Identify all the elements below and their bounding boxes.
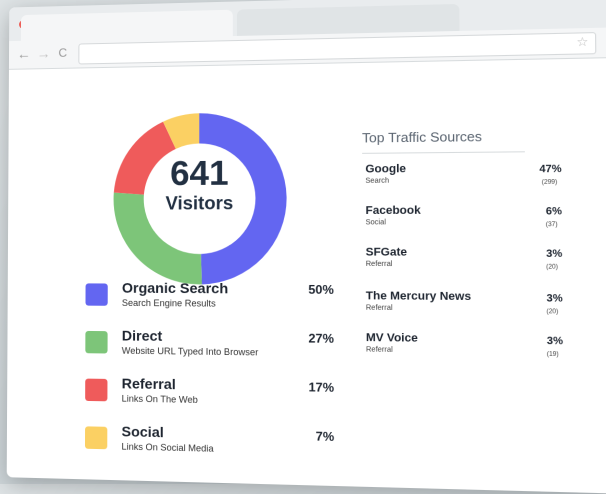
source-type: Social — [365, 219, 387, 227]
legend-item-direct: Direct Website URL Typed Into Browser 27… — [85, 327, 334, 365]
source-type: Search — [365, 177, 390, 185]
source-type: Referral — [365, 260, 393, 269]
legend-percent: 27% — [308, 331, 334, 346]
legend-title: Referral — [121, 375, 176, 393]
legend-item-social: Social Links On Social Media 7% — [84, 422, 335, 463]
source-count: (20) — [546, 264, 558, 271]
forward-button[interactable]: → — [37, 45, 51, 61]
source-type: Referral — [365, 304, 393, 313]
legend-title: Organic Search — [121, 279, 229, 297]
source-count: (19) — [546, 351, 559, 359]
source-percent: 47% — [539, 163, 562, 176]
source-percent: 3% — [546, 293, 563, 305]
direct-swatch — [85, 330, 108, 354]
address-bar[interactable]: ☆ — [78, 32, 597, 65]
source-name: Google — [365, 162, 407, 176]
visitor-count: 641 — [170, 154, 229, 194]
organic-swatch — [85, 283, 108, 306]
source-row-mv-voice: MV Voice Referral 3% (19) — [366, 332, 563, 370]
source-name: Facebook — [365, 204, 421, 218]
legend-subtitle: Website URL Typed Into Browser — [121, 345, 259, 358]
source-name: MV Voice — [365, 331, 418, 345]
source-count: (20) — [546, 308, 559, 316]
reload-button[interactable]: C — [58, 46, 67, 60]
legend-subtitle: Search Engine Results — [121, 297, 216, 309]
legend-percent: 50% — [308, 282, 334, 298]
top-sources-title: Top Traffic Sources — [362, 128, 483, 146]
source-percent: 6% — [545, 205, 563, 218]
bookmark-star-icon[interactable]: ☆ — [576, 34, 588, 49]
source-row-mercury-news: The Mercury News Referral 3% (20) — [366, 290, 563, 327]
source-percent: 3% — [546, 248, 563, 261]
legend-subtitle: Links On The Web — [121, 393, 198, 405]
divider — [362, 151, 525, 154]
legend-item-organic-search: Organic Search Search Engine Results 50% — [85, 279, 334, 315]
legend-percent: 17% — [308, 379, 335, 395]
legend-percent: 7% — [315, 429, 335, 445]
legend-subtitle: Links On Social Media — [121, 441, 214, 454]
source-count: (37) — [545, 221, 558, 229]
source-count: (299) — [541, 179, 558, 186]
back-button[interactable]: ← — [17, 46, 31, 62]
legend-item-referral: Referral Links On The Web 17% — [85, 375, 334, 414]
source-row-sfgate: SFGate Referral 3% (20) — [366, 246, 563, 282]
visitor-label: Visitors — [165, 192, 234, 214]
source-row-google: Google Search 47% (299) — [365, 162, 561, 199]
source-name: The Mercury News — [365, 289, 472, 304]
legend-title: Social — [121, 423, 164, 441]
donut-center: 641 Visitors — [110, 154, 290, 215]
source-row-facebook: Facebook Social 6% (37) — [366, 204, 563, 240]
social-swatch — [84, 426, 108, 450]
referral-swatch — [85, 378, 108, 402]
source-type: Referral — [365, 346, 393, 354]
browser-window: ⤢ ← → C ☆ ≡ 641 Visitors Organic Search … — [6, 0, 606, 494]
source-name: SFGate — [365, 246, 408, 259]
source-percent: 3% — [546, 335, 564, 348]
legend-title: Direct — [121, 327, 163, 344]
